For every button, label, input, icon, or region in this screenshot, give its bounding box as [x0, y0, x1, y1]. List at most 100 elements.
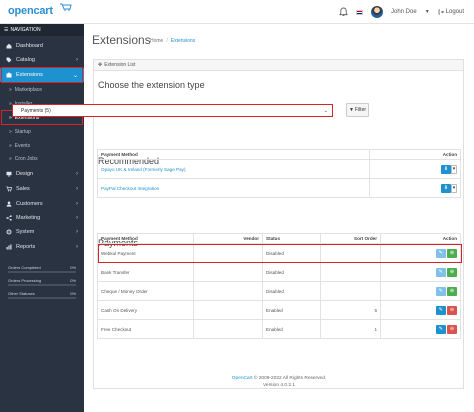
cart-logo-icon: [60, 3, 72, 11]
recommended-table: Payment Method Action Opayo UK & Ireland…: [97, 149, 461, 198]
sidebar-subitem-label: Events: [14, 143, 31, 149]
sidebar-subitem-cron-jobs[interactable]: » Cron Jobs: [0, 153, 84, 165]
footer-brand-link[interactable]: OpenCart: [232, 376, 253, 381]
column-header: Status: [262, 233, 321, 244]
logout-link[interactable]: Logout: [438, 9, 464, 15]
extension-type-select[interactable]: Payments (5) ⌄: [12, 104, 333, 117]
install-button[interactable]: ⊕: [447, 248, 457, 258]
edit-button[interactable]: ✎: [435, 248, 446, 258]
payment-method-link[interactable]: Opayo UK & Ireland (Formerly Sage Pay): [97, 159, 370, 179]
chevron-down-icon[interactable]: ▼: [425, 9, 430, 15]
nav-title: NAVIGATION: [10, 27, 41, 33]
column-header: Action: [380, 233, 461, 244]
sidebar-item-label: Dashboard: [16, 43, 43, 49]
sidebar-item-customers[interactable]: Customers ›: [0, 197, 84, 211]
arrow-right-icon: »: [9, 87, 12, 93]
pencil-icon: ✎: [438, 250, 443, 256]
plus-circle-icon: ⊕: [449, 288, 455, 294]
action-cell: ✎ ⊖: [380, 319, 461, 339]
vendor-cell: [193, 243, 263, 263]
progress-bar: [8, 297, 76, 299]
minus-circle-icon: ⊖: [449, 326, 455, 332]
install-button[interactable]: ⊕: [447, 286, 457, 296]
uninstall-button[interactable]: ⊖: [447, 305, 457, 315]
panel-heading: ✥ Extension List: [94, 60, 463, 71]
table-row: Free Checkout Enabled 1 ✎ ⊖: [97, 319, 461, 339]
action-cell: ⬇ ▾: [369, 159, 461, 179]
share-icon: [6, 215, 12, 221]
chevron-right-icon: ›: [76, 171, 78, 177]
column-header: Payment Method: [97, 149, 370, 160]
sidebar-item-marketing[interactable]: Marketing ›: [0, 211, 84, 225]
panel-title: Extension List: [104, 62, 136, 68]
sidebar-item-dashboard[interactable]: Dashboard: [0, 39, 84, 53]
edit-button[interactable]: ✎: [435, 305, 446, 315]
dropdown-toggle[interactable]: ▾: [451, 164, 457, 174]
stat-orders-completed: Orders Completed 0%: [8, 265, 76, 273]
table-row: Cash On Delivery Enabled 5 ✎ ⊖: [97, 300, 461, 320]
breadcrumb-current[interactable]: Extensions: [171, 38, 195, 44]
sort-order-cell: [320, 243, 381, 263]
footer: OpenCart © 2009-2022 All Rights Reserved…: [84, 376, 474, 388]
dropdown-toggle[interactable]: ▾: [451, 183, 457, 193]
main-content: Extensions Home / Extensions ✥ Extension L…: [84, 24, 474, 412]
edit-button[interactable]: ✎: [435, 286, 446, 296]
download-button[interactable]: ⬇: [441, 183, 451, 193]
filter-icon: ▼: [348, 107, 354, 113]
language-flag-icon[interactable]: [356, 9, 363, 15]
bell-icon[interactable]: [339, 7, 348, 17]
chevron-right-icon: ›: [76, 244, 78, 250]
chevron-right-icon: ›: [76, 57, 78, 63]
progress-bar: [8, 284, 76, 286]
choose-type-heading: Choose the extension type: [98, 80, 205, 90]
download-button[interactable]: ⬇: [441, 164, 451, 174]
chevron-right-icon: ›: [76, 186, 78, 192]
payment-method-name: Bank Transfer: [97, 262, 194, 282]
sidebar-item-label: Sales: [16, 186, 30, 192]
action-cell: ✎ ⊕: [380, 243, 461, 263]
pencil-icon: ✎: [438, 269, 443, 275]
payments-table: Payment Method Vendor Status Sort Order …: [97, 233, 461, 339]
filter-button[interactable]: ▼ Filter: [346, 103, 369, 117]
payment-method-link[interactable]: PayPal Checkout Integration: [97, 178, 370, 198]
sidebar-subitem-marketplace[interactable]: » Marketplace: [0, 84, 84, 96]
sidebar-item-catalog[interactable]: Catalog ›: [0, 53, 84, 67]
user-icon: [6, 201, 12, 207]
vendor-cell: [193, 319, 263, 339]
table-row: Bank Transfer Disabled ✎ ⊕: [97, 262, 461, 282]
caret-down-icon: ▾: [452, 166, 456, 172]
opencart-logo[interactable]: opencart: [8, 5, 53, 17]
sort-order-cell: [320, 281, 381, 301]
sidebar-subitem-events[interactable]: » Events: [0, 140, 84, 152]
avatar[interactable]: [371, 6, 383, 18]
sidebar-item-reports[interactable]: Reports ›: [0, 240, 84, 254]
stat-other-statuses: Other Statuses 0%: [8, 291, 76, 299]
uninstall-button[interactable]: ⊖: [447, 324, 457, 334]
vendor-cell: [193, 262, 263, 282]
filter-label: Filter: [354, 107, 367, 113]
edit-button[interactable]: ✎: [435, 324, 446, 334]
nav-header: ☰ NAVIGATION: [0, 24, 84, 36]
home-icon: [6, 43, 12, 49]
sidebar-subitem-label: Startup: [14, 129, 31, 135]
status-cell: Disabled: [262, 281, 321, 301]
breadcrumb-home[interactable]: Home: [150, 38, 163, 44]
minus-circle-icon: ⊖: [449, 307, 455, 313]
sidebar-item-sales[interactable]: Sales ›: [0, 182, 84, 196]
edit-button[interactable]: ✎: [435, 267, 446, 277]
plus-circle-icon: ⊕: [449, 269, 455, 275]
arrow-right-icon: »: [9, 129, 12, 135]
vendor-cell: [193, 281, 263, 301]
action-cell: ✎ ⊕: [380, 262, 461, 282]
sidebar-item-label: Marketing: [16, 215, 41, 221]
sidebar-item-design[interactable]: Design ›: [0, 167, 84, 181]
table-row: Opayo UK & Ireland (Formerly Sage Pay) ⬇…: [97, 159, 461, 179]
plus-circle-icon: ⊕: [449, 250, 455, 256]
sidebar-subitem-startup[interactable]: » Startup: [0, 126, 84, 138]
logout-label: Logout: [445, 9, 464, 15]
sidebar-item-system[interactable]: System ›: [0, 225, 84, 239]
pencil-icon: ✎: [438, 307, 443, 313]
user-name[interactable]: John Doe: [391, 9, 417, 15]
table-row: Webkul Payment Disabled ✎ ⊕: [97, 243, 461, 263]
install-button[interactable]: ⊕: [447, 267, 457, 277]
